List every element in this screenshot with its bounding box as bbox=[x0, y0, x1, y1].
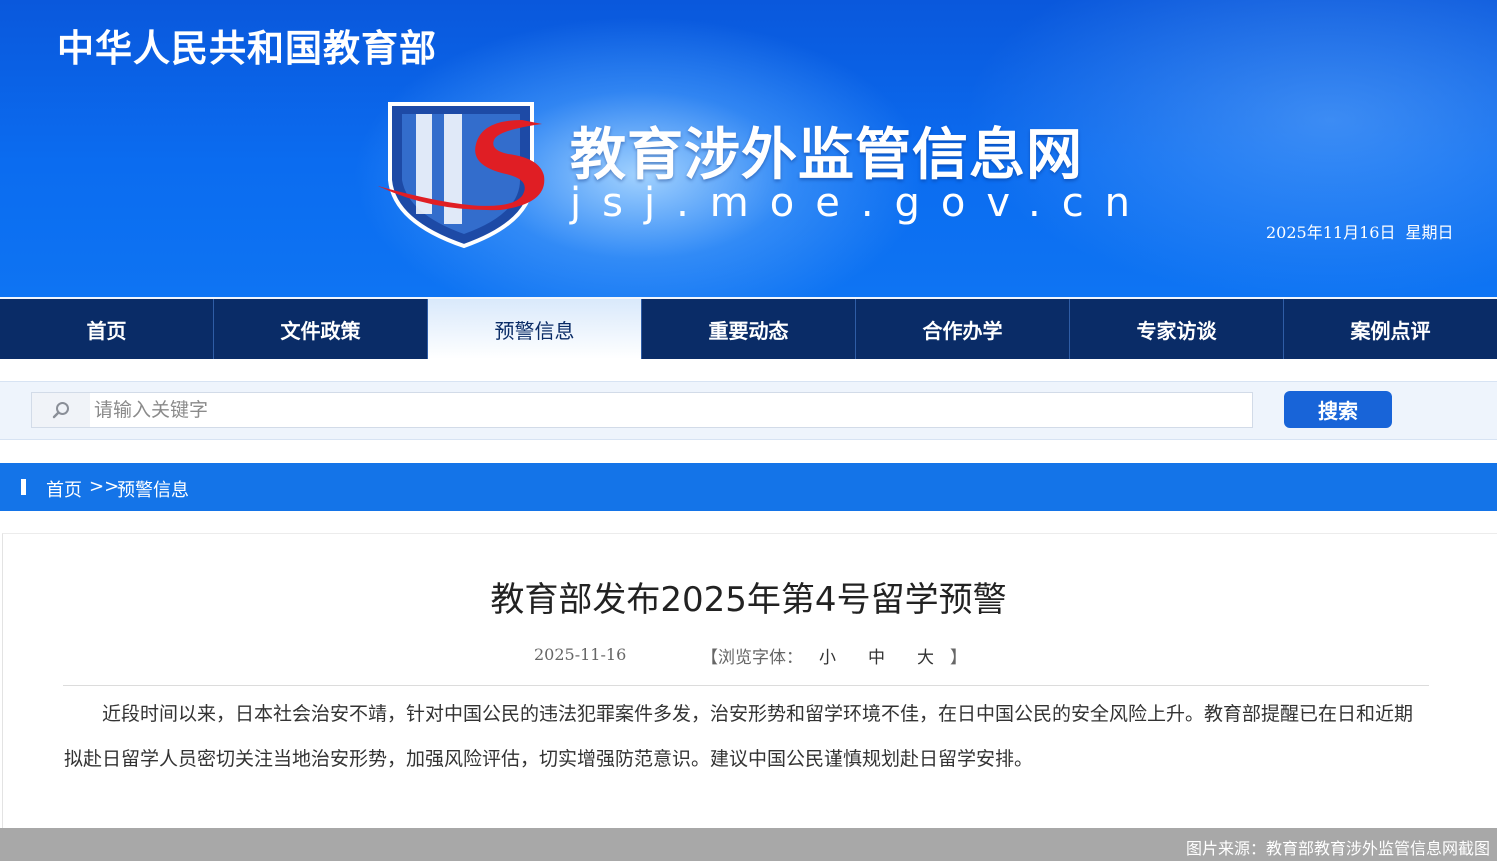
main-nav: 首页 文件政策 预警信息 重要动态 合作办学 专家访谈 案例点评 bbox=[0, 297, 1497, 359]
nav-item-policy[interactable]: 文件政策 bbox=[214, 299, 428, 359]
nav-item-alerts[interactable]: 预警信息 bbox=[428, 299, 642, 359]
nav-item-interviews[interactable]: 专家访谈 bbox=[1070, 299, 1284, 359]
article-body: 近段时间以来，日本社会治安不靖，针对中国公民的违法犯罪案件多发，治安形势和留学环… bbox=[64, 703, 1414, 770]
nav-item-home[interactable]: 首页 bbox=[0, 299, 214, 359]
breadcrumb-home-link[interactable]: 首页 bbox=[46, 476, 82, 502]
breadcrumb-separator: >> bbox=[89, 476, 120, 497]
article: 教育部发布2025年第4号留学预警 2025-11-16 【浏览字体：小中大】 … bbox=[2, 533, 1497, 828]
divider bbox=[63, 685, 1429, 686]
font-size-small-button[interactable]: 小 bbox=[819, 648, 836, 668]
font-size-large-button[interactable]: 大 bbox=[917, 648, 934, 668]
font-size-selector: 【浏览字体： 小 中 大】 bbox=[701, 643, 967, 668]
jsj-shield-logo-icon bbox=[378, 102, 545, 249]
search-icon bbox=[52, 402, 69, 419]
font-size-label-close: 】 bbox=[950, 648, 967, 668]
article-title: 教育部发布2025年第4号留学预警 bbox=[490, 580, 1007, 620]
font-size-label: 【浏览字体： bbox=[701, 648, 803, 668]
current-date: 2025年11月16日 星期日 bbox=[1266, 219, 1453, 243]
search-bar: 搜索 bbox=[0, 381, 1497, 440]
nav-item-news[interactable]: 重要动态 bbox=[642, 299, 856, 359]
nav-item-cooperation[interactable]: 合作办学 bbox=[856, 299, 1070, 359]
search-icon-container bbox=[32, 393, 90, 427]
font-size-medium-button[interactable]: 中 bbox=[868, 648, 885, 668]
breadcrumb: 首页 >> 预警信息 bbox=[0, 463, 1497, 511]
article-date: 2025-11-16 bbox=[534, 645, 627, 664]
date-text: 2025年11月16日 bbox=[1266, 223, 1396, 242]
breadcrumb-marker bbox=[21, 479, 26, 495]
image-caption: 图片来源：教育部教育涉外监管信息网截图 bbox=[1185, 839, 1490, 858]
search-box bbox=[31, 392, 1253, 428]
ministry-name: 中华人民共和国教育部 bbox=[57, 27, 437, 70]
search-input[interactable] bbox=[94, 393, 1244, 427]
nav-item-cases[interactable]: 案例点评 bbox=[1284, 299, 1497, 359]
site-banner: 中华人民共和国教育部 教育涉外监管信息网 jsj.moe.gov.cn 2025… bbox=[0, 0, 1497, 297]
site-domain: jsj.moe.gov.cn bbox=[570, 180, 1152, 226]
breadcrumb-current-link[interactable]: 预警信息 bbox=[117, 476, 189, 502]
site-title: 教育涉外监管信息网 bbox=[570, 122, 1083, 188]
search-button[interactable]: 搜索 bbox=[1284, 391, 1392, 428]
image-caption-bar: 图片来源：教育部教育涉外监管信息网截图 bbox=[0, 828, 1497, 861]
weekday-text: 星期日 bbox=[1405, 223, 1454, 242]
